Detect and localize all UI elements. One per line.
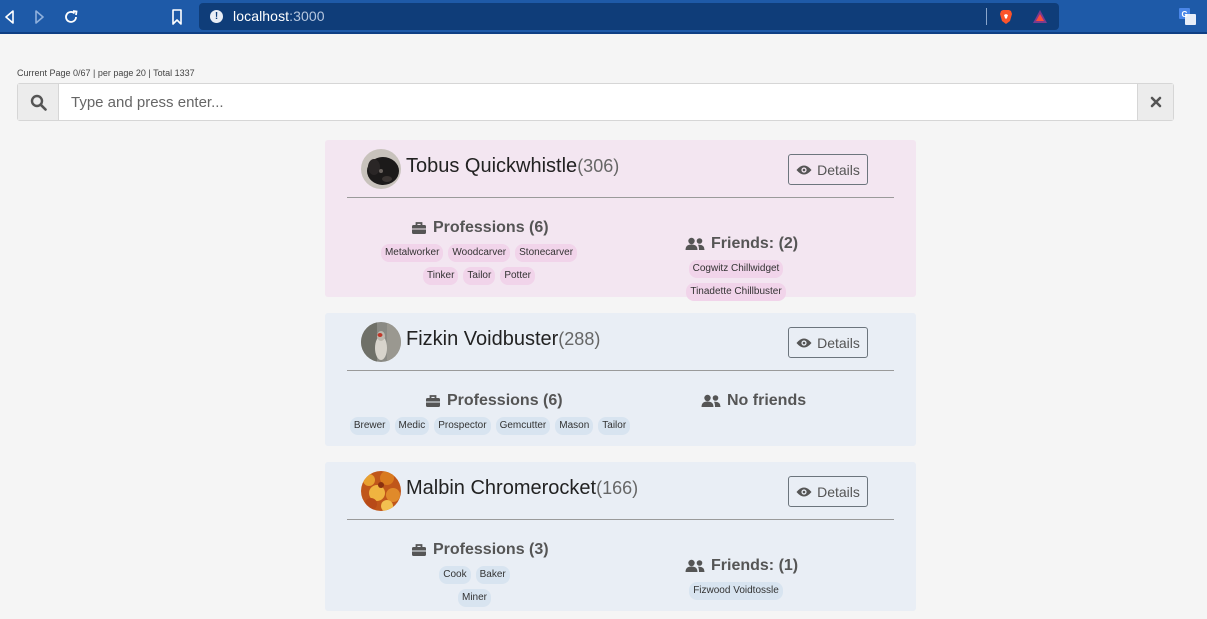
gnome-name: Fizkin Voidbuster(288): [406, 328, 601, 350]
briefcase-icon: [426, 395, 440, 407]
gnome-age: (166): [596, 478, 639, 498]
details-label: Details: [817, 161, 860, 178]
professions-list: Metalworker Woodcarver Stonecarver Tinke…: [380, 244, 578, 285]
users-icon: [685, 237, 705, 250]
close-icon: [1150, 96, 1161, 108]
gnome-card: Malbin Chromerocket(166) Details Profess…: [325, 462, 916, 611]
friends-title: Friends: (1): [685, 557, 798, 575]
card-header: Malbin Chromerocket(166) Details: [347, 462, 894, 520]
profession-tag: Medic: [394, 417, 430, 435]
gnome-name: Malbin Chromerocket(166): [406, 477, 639, 499]
users-icon: [685, 559, 705, 572]
profession-tag: Gemcutter: [495, 417, 551, 435]
address-divider: [986, 8, 987, 25]
details-button[interactable]: Details: [788, 476, 868, 507]
avatar: [361, 322, 401, 362]
profession-tag: Baker: [475, 566, 510, 584]
professions-list: Cook Baker Miner: [424, 566, 525, 607]
friends-list: Cogwitz Chillwidget Tinadette Chillbuste…: [639, 260, 833, 301]
profession-tag: Cook: [439, 566, 471, 584]
profession-tag: Metalworker: [380, 244, 444, 262]
professions-title: Professions (3): [411, 541, 549, 559]
profession-tag: Miner: [457, 589, 491, 607]
professions-list: Brewer Medic Prospector Gemcutter Mason …: [349, 417, 631, 435]
details-button[interactable]: Details: [788, 327, 868, 358]
gnome-age: (288): [558, 329, 601, 349]
profession-tag: Prospector: [434, 417, 491, 435]
friend-tag[interactable]: Tinadette Chillbuster: [686, 283, 786, 301]
profession-tag: Mason: [555, 417, 594, 435]
gnome-age: (306): [577, 156, 620, 176]
users-icon: [701, 394, 721, 407]
eye-icon: [796, 487, 812, 496]
profession-tag: Brewer: [349, 417, 390, 435]
search-icon: [18, 84, 59, 120]
card-header: Fizkin Voidbuster(288) Details: [347, 313, 894, 371]
eye-icon: [796, 165, 812, 174]
profession-tag: Tailor: [463, 267, 496, 285]
briefcase-icon: [412, 544, 426, 556]
clear-search-button[interactable]: [1137, 84, 1173, 120]
gnome-card: Fizkin Voidbuster(288) Details Professio…: [325, 313, 916, 446]
briefcase-icon: [412, 222, 426, 234]
address-url: localhost:3000: [233, 8, 325, 24]
friend-tag[interactable]: Cogwitz Chillwidget: [688, 260, 784, 278]
details-label: Details: [817, 483, 860, 500]
details-label: Details: [817, 334, 860, 351]
card-header: Tobus Quickwhistle(306) Details: [347, 140, 894, 198]
address-bar[interactable]: ! localhost:3000: [199, 3, 1059, 30]
translate-icon[interactable]: G: [1179, 8, 1196, 25]
site-info-icon[interactable]: !: [210, 10, 223, 23]
friends-list: Fizwood Voidtossle: [689, 582, 783, 600]
profession-tag: Tailor: [598, 417, 631, 435]
gnome-card: Tobus Quickwhistle(306) Details Professi…: [325, 140, 916, 301]
eye-icon: [796, 338, 812, 347]
forward-icon[interactable]: [29, 7, 49, 27]
friends-title: Friends: (2): [685, 235, 798, 253]
professions-title: Professions (6): [411, 219, 549, 237]
pagination-meta: Current Page 0/67 | per page 20 | Total …: [17, 68, 195, 78]
brave-rewards-icon[interactable]: [1032, 9, 1048, 25]
friends-title: No friends: [701, 392, 806, 410]
svg-text:G: G: [1182, 10, 1188, 19]
profession-tag: Stonecarver: [515, 244, 578, 262]
avatar: [361, 471, 401, 511]
gnome-name: Tobus Quickwhistle(306): [406, 155, 620, 177]
bookmark-icon[interactable]: [167, 7, 187, 27]
professions-title: Professions (6): [425, 392, 563, 410]
search-input[interactable]: [60, 84, 1137, 120]
browser-toolbar: ! localhost:3000 G: [0, 0, 1207, 34]
brave-shield-icon[interactable]: [998, 9, 1014, 25]
friend-tag[interactable]: Fizwood Voidtossle: [689, 582, 783, 600]
details-button[interactable]: Details: [788, 154, 868, 185]
profession-tag: Tinker: [422, 267, 459, 285]
reload-icon[interactable]: [61, 7, 81, 27]
avatar: [361, 149, 401, 189]
search-bar: [17, 83, 1174, 121]
profession-tag: Woodcarver: [448, 244, 511, 262]
back-icon[interactable]: [0, 7, 20, 27]
profession-tag: Potter: [500, 267, 535, 285]
